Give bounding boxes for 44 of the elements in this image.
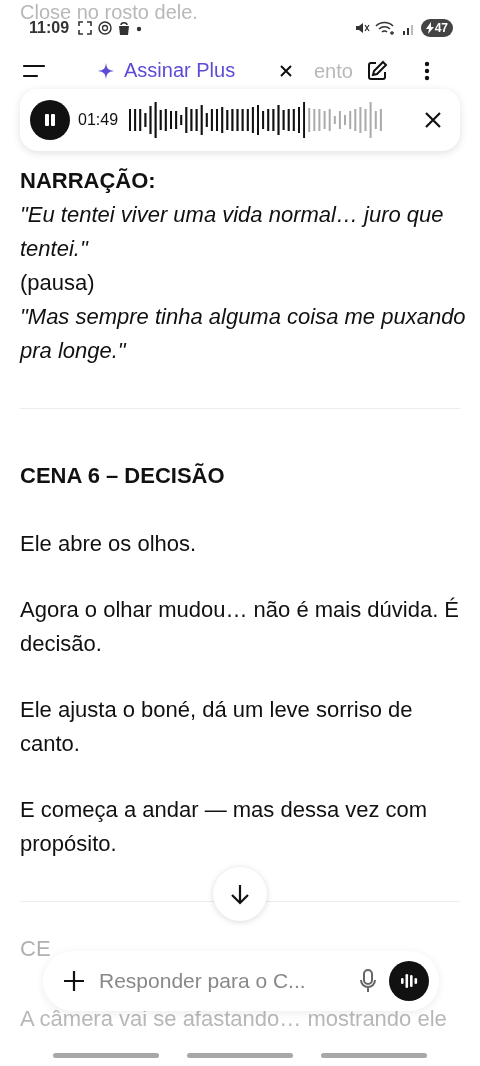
add-button[interactable] [63, 970, 85, 992]
plus-icon [63, 970, 85, 992]
pause-button[interactable] [30, 100, 70, 140]
more-button[interactable] [424, 59, 430, 82]
elapsed-time: 01:49 [78, 111, 119, 129]
navigation-handle[interactable] [187, 1053, 293, 1058]
more-icon [424, 59, 430, 82]
battery-indicator: 47 [420, 19, 453, 37]
microphone-button[interactable] [359, 969, 377, 993]
wifi-icon [374, 20, 397, 36]
navigation-handle[interactable] [321, 1053, 427, 1058]
pause-icon [42, 112, 58, 128]
quote-text: "Mas sempre tinha alguma coisa me puxando pra longe." [20, 303, 467, 365]
paragraph: E começa a andar — mas dessa vez com propósito. [20, 796, 429, 858]
section-heading: CENA 6 – DECISÃO [20, 462, 226, 490]
waveform-icon [399, 972, 419, 990]
faded-paragraph: A câmera vai se afastando… mostrando ele [20, 1005, 448, 1033]
section-heading: NARRAÇÃO: [20, 167, 157, 195]
background-text: ento [314, 60, 353, 83]
status-time: 11:09 [29, 19, 70, 37]
stage-direction: (pausa) [20, 269, 96, 297]
menu-icon [23, 62, 45, 79]
close-icon [278, 62, 294, 79]
arrow-down-icon [229, 883, 251, 905]
close-icon [423, 110, 443, 130]
bag-icon [117, 20, 132, 36]
mute-icon [353, 20, 370, 36]
edit-button[interactable] [366, 59, 388, 82]
paragraph: Agora o olhar mudou… não é mais dúvida. É decisão. [20, 596, 461, 658]
message-input[interactable]: Responder para o C... [97, 968, 347, 994]
edit-icon [366, 59, 388, 82]
microphone-icon [359, 969, 377, 993]
paragraph: Ele ajusta o boné, dá um leve sorriso de canto. [20, 696, 414, 758]
waveform-track[interactable] [128, 100, 385, 140]
bolt-icon [425, 22, 434, 34]
navigation-handle[interactable] [53, 1053, 159, 1058]
voice-mode-button[interactable] [389, 961, 429, 1001]
quote-text: "Eu tentei viver uma vida normal… juro que tentei." [20, 201, 445, 263]
screenshot-icon [77, 20, 94, 36]
sparkle-icon [98, 62, 114, 79]
scroll-down-button[interactable] [213, 867, 267, 921]
faded-heading: CE [20, 935, 51, 963]
app-icon [97, 20, 114, 36]
paragraph: Ele abre os olhos. [20, 530, 198, 558]
